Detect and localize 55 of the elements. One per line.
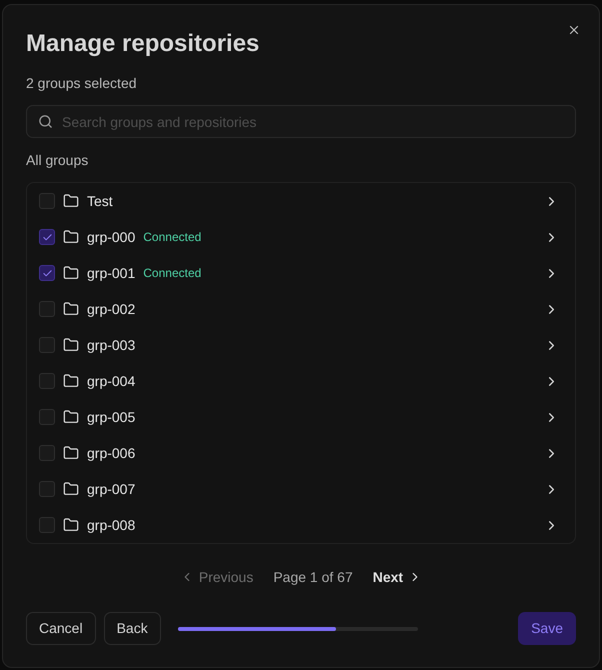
checkbox[interactable] bbox=[39, 445, 55, 461]
search-field[interactable]: Search groups and repositories bbox=[26, 105, 576, 138]
group-row[interactable]: grp-000 Connected bbox=[27, 219, 575, 255]
folder-icon bbox=[63, 373, 79, 389]
checkbox[interactable] bbox=[39, 481, 55, 497]
group-name: grp-005 bbox=[87, 408, 136, 427]
checkbox[interactable] bbox=[39, 229, 55, 245]
page-info: Page 1 of 67 bbox=[273, 568, 353, 587]
check-icon bbox=[42, 232, 52, 242]
group-row[interactable]: grp-007 bbox=[27, 471, 575, 507]
check-icon bbox=[42, 268, 52, 278]
folder-icon bbox=[63, 517, 79, 533]
group-name: grp-000 bbox=[87, 228, 136, 247]
list-heading: All groups bbox=[26, 151, 90, 170]
group-name: grp-008 bbox=[87, 516, 136, 535]
group-row[interactable]: grp-008 bbox=[27, 507, 575, 543]
folder-icon bbox=[63, 409, 79, 425]
save-button[interactable]: Save bbox=[518, 612, 576, 645]
checkbox[interactable] bbox=[39, 517, 55, 533]
group-name: Test bbox=[87, 192, 113, 210]
folder-icon bbox=[63, 229, 79, 245]
group-row[interactable]: grp-003 bbox=[27, 327, 575, 363]
footer-button[interactable]: Back bbox=[104, 612, 161, 645]
group-row[interactable]: grp-006 bbox=[27, 435, 575, 471]
group-row[interactable]: grp-001 Connected bbox=[27, 255, 575, 291]
folder-icon bbox=[63, 265, 79, 281]
status-label: Connected bbox=[143, 265, 202, 282]
group-row[interactable]: Test bbox=[27, 183, 575, 219]
group-row[interactable]: grp-002 bbox=[27, 291, 575, 327]
dialog-title: Manage repositories bbox=[26, 29, 260, 59]
folder-icon bbox=[63, 301, 79, 317]
group-name: grp-007 bbox=[87, 480, 136, 499]
folder-icon bbox=[63, 337, 79, 353]
group-name: grp-001 bbox=[87, 264, 136, 283]
checkbox[interactable] bbox=[39, 373, 55, 389]
checkbox[interactable] bbox=[39, 301, 55, 317]
checkbox[interactable] bbox=[39, 337, 55, 353]
group-name: grp-004 bbox=[87, 372, 136, 391]
group-name: grp-006 bbox=[87, 444, 136, 463]
status-label: Connected bbox=[143, 229, 202, 246]
folder-icon bbox=[63, 193, 79, 209]
group-row[interactable]: grp-005 bbox=[27, 399, 575, 435]
folder-icon bbox=[63, 445, 79, 461]
group-name: grp-002 bbox=[87, 300, 136, 319]
footer-button[interactable]: Cancel bbox=[26, 612, 96, 645]
group-name: grp-003 bbox=[87, 336, 136, 355]
group-row[interactable]: grp-004 bbox=[27, 363, 575, 399]
checkbox[interactable] bbox=[39, 193, 55, 209]
checkbox[interactable] bbox=[39, 409, 55, 425]
folder-icon bbox=[63, 481, 79, 497]
next-button[interactable]: Next bbox=[372, 566, 422, 588]
close-icon[interactable] bbox=[567, 23, 581, 37]
search-icon bbox=[38, 114, 53, 129]
selection-summary: 2 groups selected bbox=[26, 74, 138, 93]
checkbox[interactable] bbox=[39, 265, 55, 281]
